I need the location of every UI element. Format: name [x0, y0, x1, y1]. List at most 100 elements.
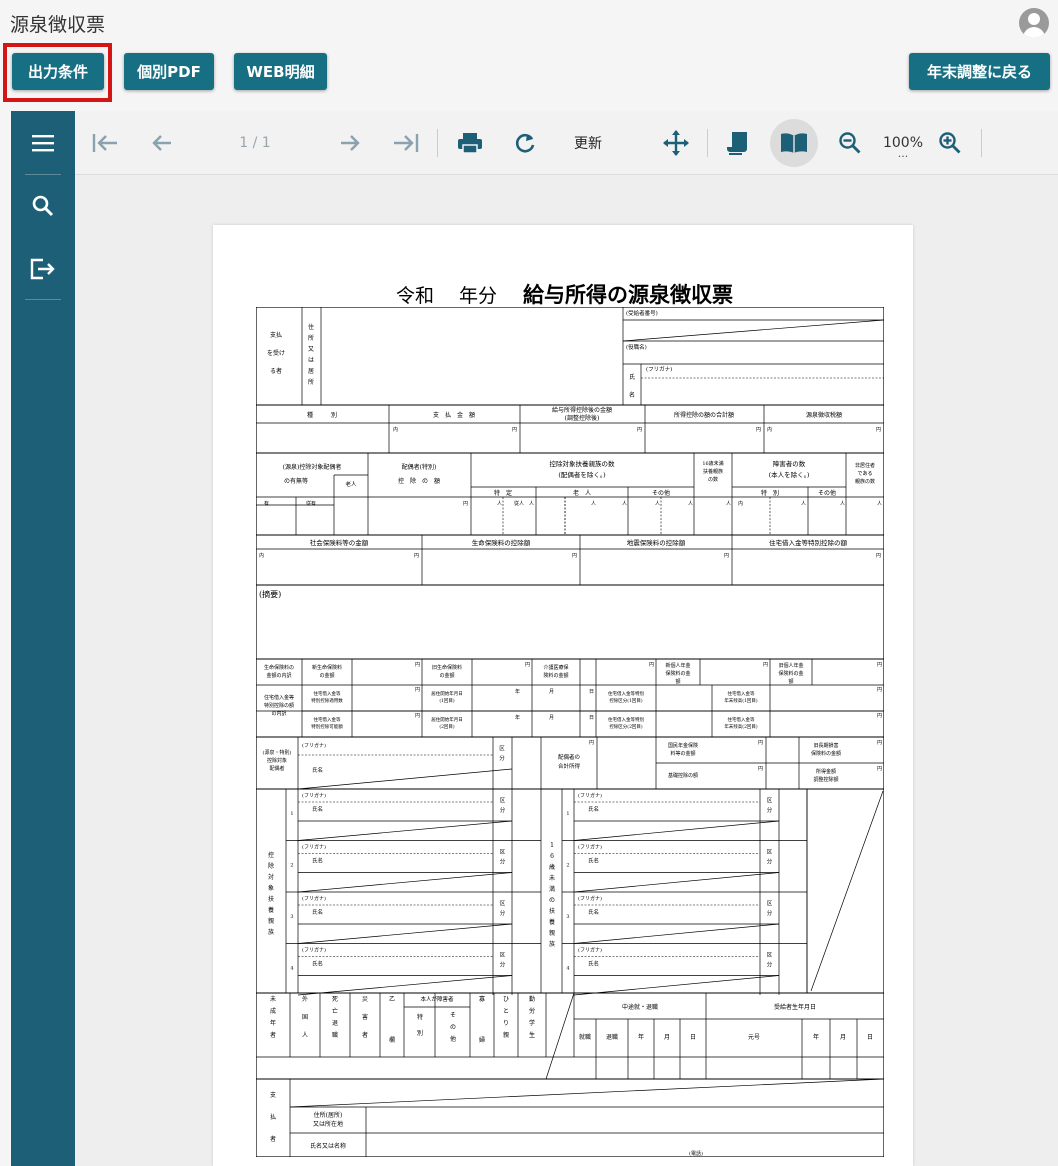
yen-label: 円 [649, 662, 654, 668]
new-pension-label: 額 [675, 678, 680, 685]
back-to-year-end-button[interactable]: 年末調整に戻る [909, 53, 1050, 90]
life-detail-label: 生命保険料の [264, 664, 294, 671]
yen-label: 円 [756, 427, 761, 433]
minor-label: 未 [270, 995, 276, 1003]
widow-label: 寡 [479, 995, 485, 1003]
non-resident-label: である [858, 471, 873, 477]
previous-page-icon[interactable] [144, 123, 180, 163]
old-life-label: の金額 [439, 672, 454, 679]
withholding-form: 支払を受ける者住所又は居所(受給者番号)(役職名)氏名(フリガナ)種 別支 払 … [256, 307, 884, 1157]
yen-label: 円 [415, 713, 420, 719]
date-label: 日 [690, 1034, 696, 1041]
payee-label: 支払 [270, 331, 282, 339]
single-parent-label: 親 [503, 1031, 509, 1039]
under16-label: 16歳未満 [702, 460, 723, 467]
menu-icon[interactable] [11, 113, 75, 173]
yen-label: 円 [525, 662, 530, 668]
zoom-out-icon[interactable] [832, 123, 868, 163]
hire-label: 就職 [579, 1033, 591, 1041]
last-page-icon[interactable] [386, 123, 426, 163]
special-label: 特 別 [761, 489, 779, 497]
social-insurance-label: 社会保険料等の金額 [310, 538, 369, 547]
housing-detail-label: の内訳 [271, 710, 286, 717]
search-icon[interactable] [11, 176, 75, 236]
yen-label: 円 [877, 740, 882, 746]
page-indicator[interactable]: 1 / 1 [225, 123, 285, 163]
under16-family-label: 満 [549, 885, 555, 893]
furigana-label: (フリガナ) [302, 792, 326, 799]
user-avatar-icon[interactable] [1019, 8, 1049, 38]
non-resident-label: 非居住者 [855, 462, 875, 469]
continuous-scroll-icon[interactable] [720, 123, 756, 163]
zoom-more[interactable]: ... [878, 147, 928, 160]
follower-label: 従人 [514, 500, 524, 507]
phone-label: (電話) [689, 1150, 703, 1157]
single-parent-label: り [503, 1020, 509, 1027]
life-insurance-label: 生命保険料の控除額 [472, 538, 531, 547]
refresh-icon[interactable] [507, 123, 543, 163]
row-number: 2 [290, 863, 293, 869]
disaster-label: 害 [362, 1013, 368, 1021]
furigana-label: (フリガナ) [646, 365, 672, 373]
yen-label: 円 [415, 662, 420, 668]
old-life-label: 旧生命保険料 [432, 664, 462, 671]
yen-label: 円 [758, 740, 763, 746]
pan-icon[interactable] [658, 123, 694, 163]
person-label: 人 [688, 501, 693, 507]
old-pension-label: 保険料の金 [778, 670, 803, 677]
old-long-term-label: 保険料の金額 [811, 750, 841, 757]
position-label: (役職名) [626, 343, 647, 351]
web-detail-button[interactable]: WEB明細 [234, 53, 327, 90]
output-conditions-button[interactable]: 出力条件 [12, 53, 104, 90]
date-label: 月 [664, 1034, 670, 1041]
inner-label: 内 [767, 426, 772, 433]
payment-label: 支 払 金 額 [433, 411, 475, 419]
kubun-label: 区 [767, 797, 773, 804]
address-label: 所 [308, 378, 314, 386]
pdf-viewer: 1 / 1 更新 100% ... 令和 年分 給与所得の源泉徴収票 支払 を受ける… [11, 111, 1058, 1166]
spouse-deduction-label: (源泉)控除対象配偶者 [283, 463, 342, 471]
minor-label: 者 [270, 1032, 276, 1039]
housing-class1-label: 住宅借入金等特別 [608, 690, 644, 697]
under16-label: 扶養親族 [703, 468, 723, 475]
otsu-label: 乙 [389, 996, 395, 1003]
care-label: 介護医療保 [543, 664, 568, 671]
minor-label: 年 [270, 1019, 276, 1027]
income-adjust-label: 所得金額 [816, 768, 836, 775]
name-label: 氏名 [312, 766, 323, 774]
recipient-no-label: (受給者番号) [626, 309, 658, 317]
earthquake-label: 地震保険料の控除額 [627, 538, 686, 547]
payee-label: を受け [267, 349, 285, 357]
kubun-label: 区 [500, 849, 506, 856]
after-deduction-sub-label: (調整控除後) [565, 414, 600, 422]
export-icon[interactable] [11, 239, 75, 299]
person-label: 人 [801, 501, 806, 507]
zoom-in-icon[interactable] [932, 123, 968, 163]
person-label: 人 [726, 501, 731, 507]
page-title: 源泉徴収票 [10, 14, 106, 36]
next-page-icon[interactable] [332, 123, 368, 163]
furigana-label: (フリガナ) [302, 947, 326, 954]
first-page-icon[interactable] [87, 123, 123, 163]
national-pension-label: 料等の金額 [670, 750, 695, 757]
person-label: 人 [655, 501, 660, 507]
dep-family-label: 除 [268, 862, 274, 870]
refresh-label[interactable]: 更新 [563, 123, 613, 163]
spouse-income-label: 配偶者の [558, 753, 580, 761]
name-label: 名 [629, 391, 635, 399]
inner-label: 内 [738, 500, 743, 507]
housing-balance1-label: 年末残高(1回目) [724, 697, 758, 704]
disabled-label: 障害者の数 [773, 459, 806, 468]
death-label: 亡 [332, 1007, 338, 1015]
under16-family-label: の [549, 897, 555, 904]
row-number: 3 [290, 914, 293, 920]
single-parent-label: ひ [503, 996, 509, 1003]
book-view-icon[interactable] [770, 119, 818, 167]
name-label: 氏名 [312, 857, 323, 865]
individual-pdf-button[interactable]: 個別PDF [124, 53, 214, 90]
print-icon[interactable] [452, 123, 488, 163]
under16-family-label: 族 [549, 940, 555, 948]
row-number: 3 [566, 914, 569, 920]
minor-label: 成 [270, 1007, 276, 1015]
kubun-label: 分 [500, 961, 506, 969]
